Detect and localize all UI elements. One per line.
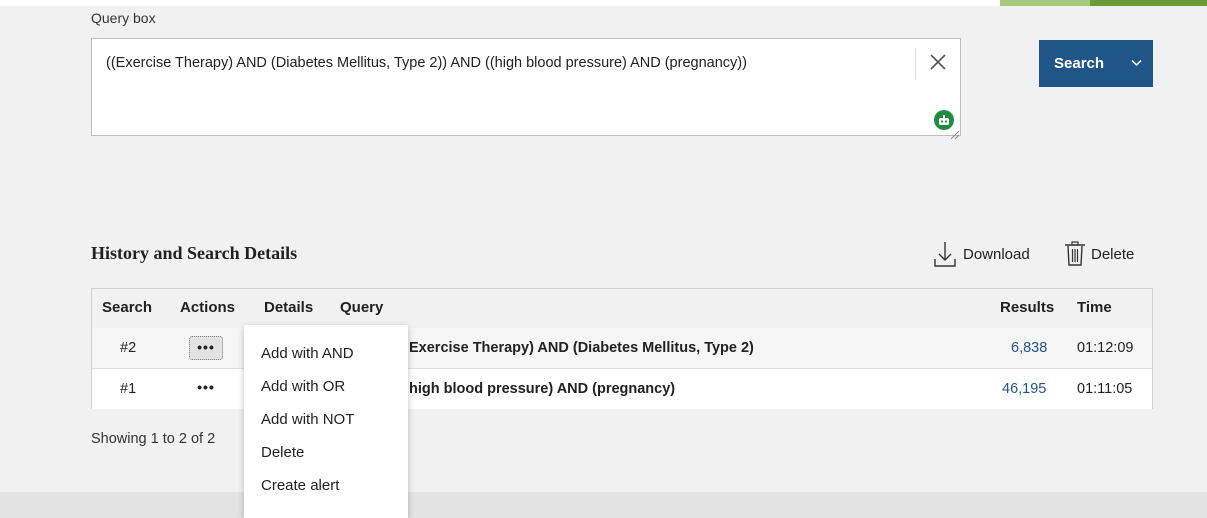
query-box-label: Query box <box>91 10 156 26</box>
row-results-link[interactable]: 6,838 <box>1011 340 1047 356</box>
clear-query-button[interactable] <box>925 49 951 75</box>
row-search-id: #1 <box>120 381 137 397</box>
close-icon <box>930 54 946 70</box>
pagination-summary: Showing 1 to 2 of 2 <box>91 431 216 447</box>
menu-item-add-with-and[interactable]: Add with AND <box>261 345 354 362</box>
row-time: 01:11:05 <box>1077 381 1133 397</box>
col-results: Results <box>1000 299 1055 316</box>
more-icon: ••• <box>197 339 215 355</box>
trash-icon <box>1065 241 1085 266</box>
col-actions: Actions <box>180 299 236 316</box>
menu-item-create-alert[interactable]: Create alert <box>261 477 339 494</box>
menu-item-add-with-not[interactable]: Add with NOT <box>261 411 354 428</box>
menu-item-delete[interactable]: Delete <box>261 444 304 461</box>
delete-label: Delete <box>1091 246 1135 263</box>
row-results-link[interactable]: 46,195 <box>1002 381 1046 397</box>
download-label: Download <box>963 246 1030 263</box>
menu-item-add-with-or[interactable]: Add with OR <box>261 378 345 395</box>
col-details: Details <box>264 299 314 316</box>
row-actions-button[interactable]: ••• <box>189 377 223 401</box>
query-text[interactable]: ((Exercise Therapy) AND (Diabetes Mellit… <box>106 55 747 71</box>
more-icon: ••• <box>197 379 215 395</box>
table-header: Search Actions Details Query Results Tim… <box>92 289 1152 328</box>
row-actions-button[interactable]: ••• <box>189 336 223 360</box>
top-decoration-dark <box>1090 0 1207 6</box>
chevron-down-icon[interactable] <box>1131 59 1142 67</box>
col-search: Search <box>102 299 153 316</box>
footer-bar <box>0 492 1207 518</box>
row-time: 01:12:09 <box>1077 340 1134 356</box>
search-button[interactable]: Search <box>1039 40 1153 87</box>
row-search-id: #2 <box>120 340 137 356</box>
query-divider <box>915 49 916 79</box>
col-time: Time <box>1077 299 1112 316</box>
col-query: Query <box>340 299 384 316</box>
row-query[interactable]: Exercise Therapy) AND (Diabetes Mellitus… <box>409 340 754 356</box>
resize-grip-icon[interactable] <box>950 126 960 140</box>
row-query[interactable]: high blood pressure) AND (pregnancy) <box>409 381 675 397</box>
actions-menu: Add with AND Add with OR Add with NOT De… <box>244 325 408 518</box>
history-title: History and Search Details <box>91 243 298 263</box>
download-icon <box>934 242 956 267</box>
search-button-label: Search <box>1054 55 1105 72</box>
query-box[interactable]: ((Exercise Therapy) AND (Diabetes Mellit… <box>91 38 961 140</box>
